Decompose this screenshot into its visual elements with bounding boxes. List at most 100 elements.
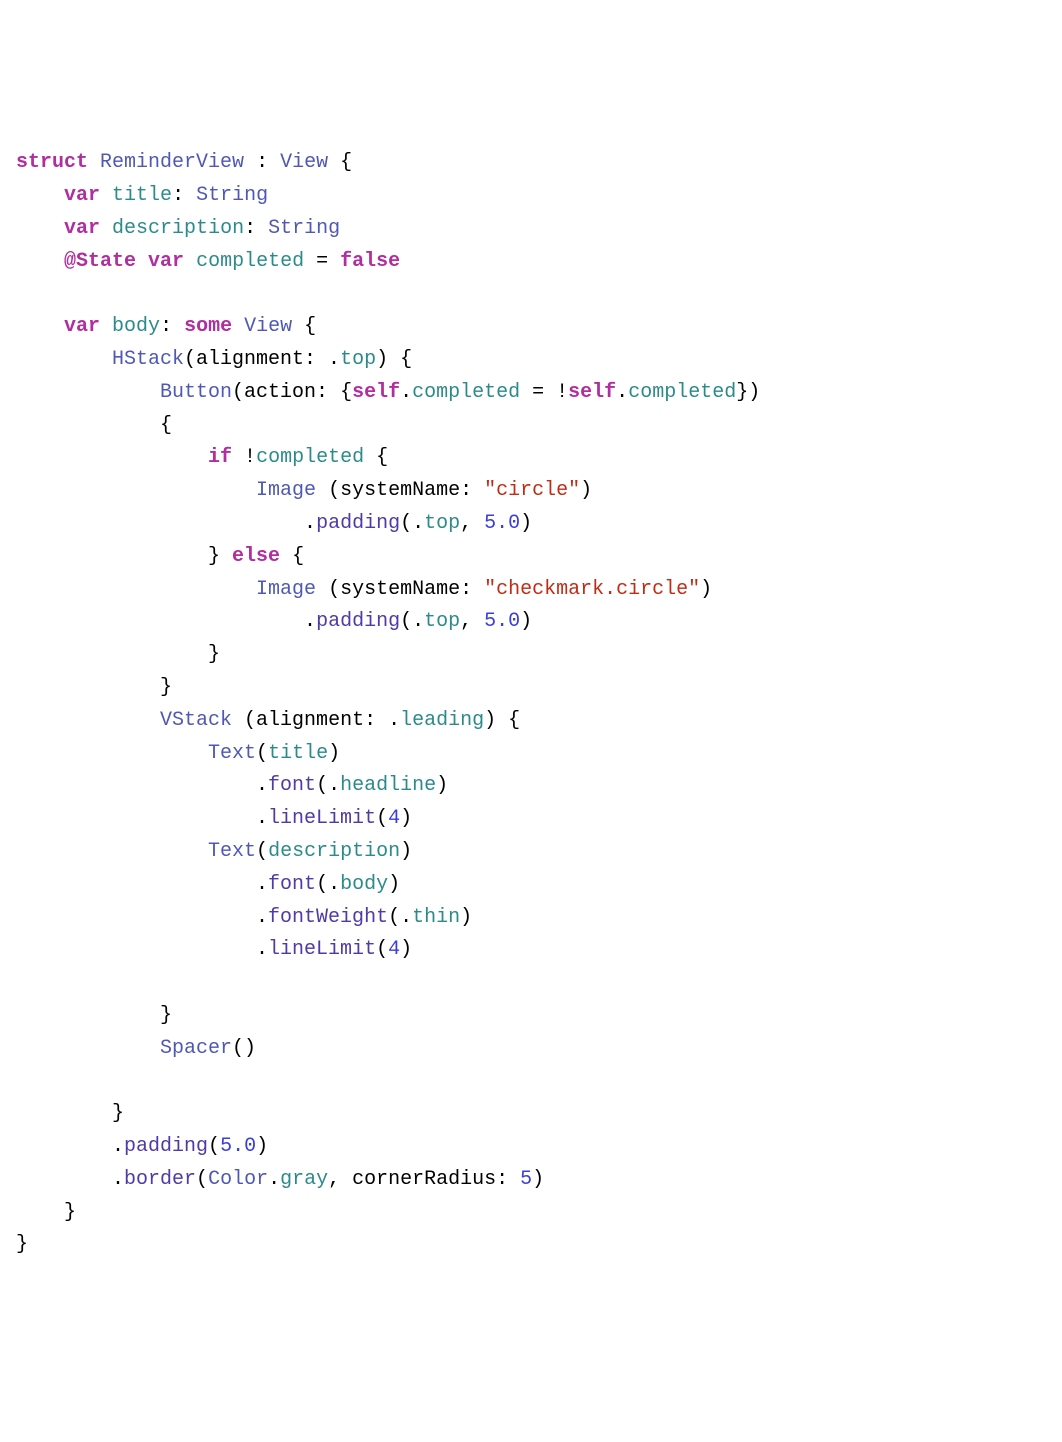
code-token: completed — [628, 381, 736, 404]
code-token — [16, 578, 256, 601]
code-token — [16, 1037, 160, 1060]
code-token — [16, 840, 208, 863]
code-token: . — [16, 873, 268, 896]
code-token: var — [64, 184, 100, 207]
code-token — [88, 151, 100, 174]
code-token — [232, 315, 244, 338]
code-token: padding — [124, 1135, 208, 1158]
code-line: var body: some View { — [16, 311, 1046, 344]
code-token — [16, 381, 160, 404]
code-token: leading — [400, 709, 484, 732]
code-line — [16, 278, 1046, 311]
code-token: padding — [316, 610, 400, 633]
code-token: var — [64, 315, 100, 338]
code-line — [16, 967, 1046, 1000]
code-line: } — [16, 672, 1046, 705]
code-token: ) — [580, 479, 592, 502]
code-line: if !completed { — [16, 442, 1046, 475]
code-line: Text(title) — [16, 738, 1046, 771]
code-token — [16, 348, 112, 371]
code-token — [16, 250, 64, 273]
code-token: View — [280, 151, 328, 174]
code-token: top — [340, 348, 376, 371]
code-token: } — [16, 1102, 124, 1125]
code-token: Color — [208, 1168, 268, 1191]
code-token: ) — [400, 807, 412, 830]
code-token: , — [460, 512, 484, 535]
code-token: ReminderView — [100, 151, 244, 174]
code-token: { — [292, 315, 316, 338]
code-token: body — [340, 873, 388, 896]
code-token: false — [340, 250, 400, 273]
code-line: .fontWeight(.thin) — [16, 902, 1046, 935]
code-token: completed — [256, 446, 364, 469]
code-token: ) — [328, 742, 340, 765]
code-token: border — [124, 1168, 196, 1191]
code-token: ) — [400, 938, 412, 961]
code-line: .font(.headline) — [16, 770, 1046, 803]
code-token: = ! — [520, 381, 568, 404]
code-token: font — [268, 774, 316, 797]
code-token: ) — [520, 512, 532, 535]
code-line: } — [16, 639, 1046, 672]
code-token: : — [244, 217, 268, 240]
code-token: 5.0 — [220, 1135, 256, 1158]
code-token — [100, 184, 112, 207]
code-token: ) — [532, 1168, 544, 1191]
code-token: completed — [196, 250, 304, 273]
code-line: } — [16, 1098, 1046, 1131]
code-token: headline — [340, 774, 436, 797]
code-token: String — [268, 217, 340, 240]
code-token: } — [16, 1004, 172, 1027]
code-line: .padding(.top, 5.0) — [16, 606, 1046, 639]
code-token: (alignment: . — [184, 348, 340, 371]
code-token: @State — [64, 250, 136, 273]
code-token: 4 — [388, 807, 400, 830]
code-token: body — [112, 315, 160, 338]
code-token: struct — [16, 151, 88, 174]
code-token: } — [16, 643, 220, 666]
code-token: self — [352, 381, 400, 404]
code-token: } — [16, 1233, 28, 1256]
code-token: "circle" — [484, 479, 580, 502]
code-token — [16, 184, 64, 207]
code-token: (alignment: . — [232, 709, 400, 732]
code-line: Text(description) — [16, 836, 1046, 869]
code-token: String — [196, 184, 268, 207]
code-token: Image — [256, 578, 316, 601]
code-token: (systemName: — [316, 578, 484, 601]
code-line: } — [16, 1197, 1046, 1230]
code-token: } — [16, 1201, 76, 1224]
code-token — [16, 315, 64, 338]
code-token: : — [172, 184, 196, 207]
code-token: if — [208, 446, 232, 469]
code-token: () — [232, 1037, 256, 1060]
code-token: (action: { — [232, 381, 352, 404]
code-token: ) — [460, 906, 472, 929]
code-token: Spacer — [160, 1037, 232, 1060]
code-token: . — [16, 938, 268, 961]
code-token — [16, 217, 64, 240]
code-token: ) — [436, 774, 448, 797]
code-token: Text — [208, 840, 256, 863]
code-token: VStack — [160, 709, 232, 732]
code-token: var — [64, 217, 100, 240]
code-token: (. — [316, 774, 340, 797]
code-token: description — [112, 217, 244, 240]
code-token: 5.0 — [484, 512, 520, 535]
code-token: . — [400, 381, 412, 404]
code-token: HStack — [112, 348, 184, 371]
code-token: ! — [232, 446, 256, 469]
code-token: ) — [400, 840, 412, 863]
code-token: completed — [412, 381, 520, 404]
code-token: { — [328, 151, 352, 174]
code-line: HStack(alignment: .top) { — [16, 344, 1046, 377]
code-token: (. — [388, 906, 412, 929]
code-line — [16, 1066, 1046, 1099]
code-token: title — [112, 184, 172, 207]
code-token: : — [244, 151, 280, 174]
code-token: lineLimit — [268, 938, 376, 961]
code-line: @State var completed = false — [16, 246, 1046, 279]
code-token: . — [16, 512, 316, 535]
code-token: Text — [208, 742, 256, 765]
